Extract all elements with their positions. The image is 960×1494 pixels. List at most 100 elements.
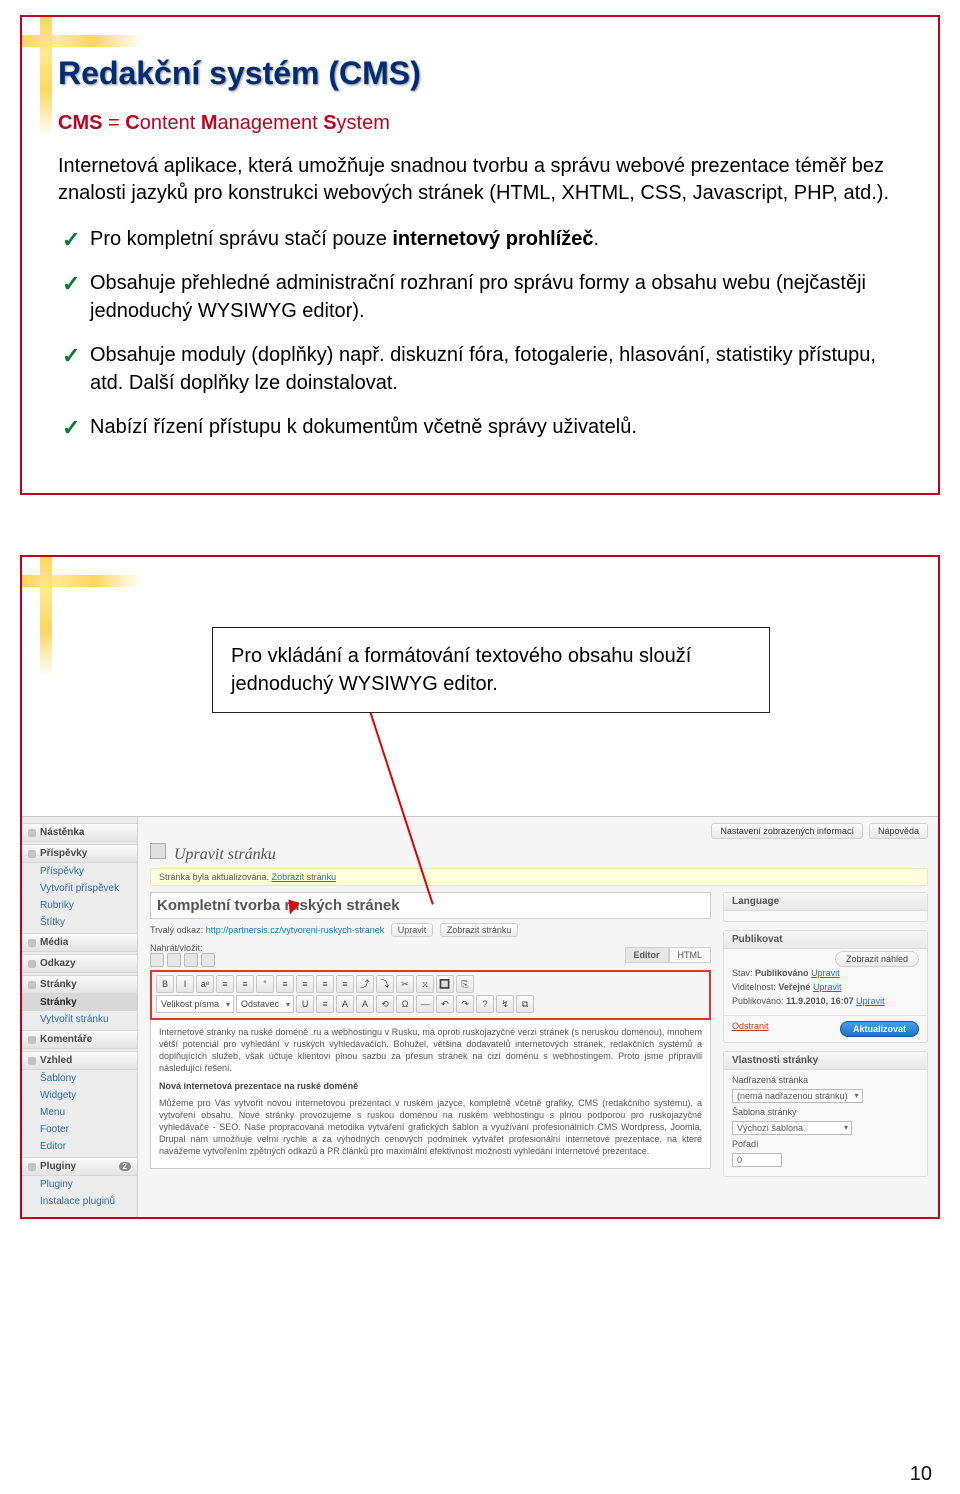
sidebar-sub-vytvorit-stranku[interactable]: Vytvořit stránku (22, 1011, 137, 1028)
panel-header: Language (724, 893, 927, 911)
sidebar-sub-pluginy[interactable]: Pluginy (22, 1176, 137, 1193)
cms-main: Nastavení zobrazených informací Nápověda… (138, 817, 938, 1217)
sidebar-sub-sablony[interactable]: Šablony (22, 1070, 137, 1087)
strike-icon[interactable]: aᵉ (196, 975, 214, 993)
ol-icon[interactable]: ≡ (236, 975, 254, 993)
unlink-icon[interactable]: ⤵ (376, 975, 394, 993)
sidebar-item-prispevky[interactable]: Příspěvky (22, 844, 137, 863)
sidebar-item-komentare[interactable]: Komentáře (22, 1030, 137, 1049)
tab-visual-editor[interactable]: Editor (625, 947, 669, 963)
quote-icon[interactable]: “ (256, 975, 274, 993)
delete-link[interactable]: Odstranit (732, 1021, 769, 1037)
fullscreen-icon[interactable]: 🔲 (436, 975, 454, 993)
sidebar-item-media[interactable]: Média (22, 933, 137, 952)
attr-order-label: Pořadí (732, 1139, 919, 1149)
view-page-link[interactable]: Zobrazit stránku (272, 872, 337, 882)
pin-icon (28, 850, 36, 858)
bgcolor-icon[interactable]: A (356, 995, 374, 1013)
link-icon (28, 960, 36, 968)
editor-paragraph: Můžeme pro Vás vytvořit novou internetov… (159, 1097, 702, 1158)
bold-icon[interactable]: B (156, 975, 174, 993)
outdent-icon[interactable]: — (416, 995, 434, 1013)
sidebar-sub-editor[interactable]: Editor (22, 1138, 137, 1155)
add-media-icon[interactable] (201, 953, 215, 967)
plugin-icon (28, 1163, 36, 1171)
decor-bar-v (40, 557, 52, 677)
align-left-icon[interactable]: ≡ (276, 975, 294, 993)
permalink-view-button[interactable]: Zobrazit stránku (440, 923, 519, 937)
sidebar-item-pluginy[interactable]: Pluginy2 (22, 1157, 137, 1176)
redo-icon[interactable]: ↷ (456, 995, 474, 1013)
sidebar-sub-menu[interactable]: Menu (22, 1104, 137, 1121)
sidebar-item-odkazy[interactable]: Odkazy (22, 954, 137, 973)
paragraph-select[interactable]: Odstavec (236, 995, 294, 1013)
insert-row: Nahrát/vložit: Editor HTML (150, 943, 711, 967)
underline-icon[interactable]: U (296, 995, 314, 1013)
specialchar-icon[interactable]: Ω (396, 995, 414, 1013)
italic-icon[interactable]: I (176, 975, 194, 993)
add-video-icon[interactable] (167, 953, 181, 967)
sidebar-sub-prispevky[interactable]: Příspěvky (22, 863, 137, 880)
tab-html[interactable]: HTML (669, 947, 712, 963)
sidebar-sub-vytvorit-prispevek[interactable]: Vytvořit příspěvek (22, 880, 137, 897)
sidebar-item-stranky[interactable]: Stránky (22, 975, 137, 994)
add-image-icon[interactable] (150, 953, 164, 967)
wysiwyg-toolbar: B I aᵉ ≡ ≡ “ ≡ ≡ ≡ ≡ ⤴ ⤵ (150, 970, 711, 1020)
add-audio-icon[interactable] (184, 953, 198, 967)
preview-button[interactable]: Zobrazit náhled (835, 951, 919, 967)
page-icon (28, 981, 36, 989)
bullet-item: Obsahuje moduly (doplňky) např. diskuzní… (58, 341, 902, 397)
attr-parent-label: Nadřazená stránka (732, 1075, 919, 1085)
help-icon[interactable]: ? (476, 995, 494, 1013)
sidebar-sub-footer[interactable]: Footer (22, 1121, 137, 1138)
more-icon[interactable]: ✂ (396, 975, 414, 993)
topbar: Nastavení zobrazených informací Nápověda (150, 823, 928, 839)
update-button[interactable]: Aktualizovat (840, 1021, 919, 1037)
kitchen-sink-icon[interactable]: ⎘ (456, 975, 474, 993)
clear-icon[interactable]: ↯ (496, 995, 514, 1013)
sidebar-sub-stranky[interactable]: Stránky (22, 994, 137, 1011)
page-header: Upravit stránku (150, 843, 928, 864)
textcolor-icon[interactable]: A (336, 995, 354, 1013)
align-center-icon[interactable]: ≡ (296, 975, 314, 993)
home-icon (28, 829, 36, 837)
parent-select[interactable]: (nemá nadřazenou stránku) (732, 1089, 863, 1103)
align-justify-icon[interactable]: ≡ (336, 975, 354, 993)
bullet-item: Obsahuje přehledné administrační rozhran… (58, 269, 902, 325)
table-icon[interactable]: ⧉ (516, 995, 534, 1013)
sidebar-item-nastenka[interactable]: Nástěnka (22, 823, 137, 842)
edit-status-link[interactable]: Upravit (811, 968, 840, 978)
edit-visibility-link[interactable]: Upravit (813, 982, 842, 992)
sidebar-sub-widgety[interactable]: Widgety (22, 1087, 137, 1104)
ul-icon[interactable]: ≡ (216, 975, 234, 993)
spell-icon[interactable]: 𝚡 (416, 975, 434, 993)
editor-paragraph: Internetové stránky na ruské doméně .ru … (159, 1026, 702, 1075)
sidebar-sub-rubriky[interactable]: Rubriky (22, 897, 137, 914)
template-select[interactable]: Výchozí šablona (732, 1121, 852, 1135)
screen-options-button[interactable]: Nastavení zobrazených informací (711, 823, 863, 839)
justify-icon[interactable]: ≡ (316, 995, 334, 1013)
align-right-icon[interactable]: ≡ (316, 975, 334, 993)
media-icon (28, 939, 36, 947)
font-size-select[interactable]: Velikost písma (156, 995, 234, 1013)
appearance-icon (28, 1057, 36, 1065)
permalink-row: Trvalý odkaz: http://partnersis.cz/vytvo… (150, 923, 711, 937)
editor-content[interactable]: Internetové stránky na ruské doméně .ru … (150, 1020, 711, 1169)
permalink-edit-button[interactable]: Upravit (391, 923, 434, 937)
undo-icon[interactable]: ↶ (436, 995, 454, 1013)
sidebar-item-vzhled[interactable]: Vzhled (22, 1051, 137, 1070)
update-notice: Stránka byla aktualizována. Zobrazit str… (150, 868, 928, 886)
insert-label: Nahrát/vložit: (150, 943, 203, 953)
help-button[interactable]: Nápověda (869, 823, 928, 839)
edit-date-link[interactable]: Upravit (856, 996, 885, 1006)
callout-box: Pro vkládání a formátování textového obs… (212, 627, 770, 713)
paste-icon[interactable]: ⟲ (376, 995, 394, 1013)
comment-icon (28, 1036, 36, 1044)
order-input[interactable]: 0 (732, 1153, 782, 1167)
decor-bar-v (40, 17, 52, 137)
sidebar-sub-stitky[interactable]: Štítky (22, 914, 137, 931)
link-icon[interactable]: ⤴ (356, 975, 374, 993)
panel-header: Publikovat (724, 931, 927, 949)
panel-header: Vlastnosti stránky (724, 1052, 927, 1070)
sidebar-sub-instalace[interactable]: Instalace pluginů (22, 1193, 137, 1210)
